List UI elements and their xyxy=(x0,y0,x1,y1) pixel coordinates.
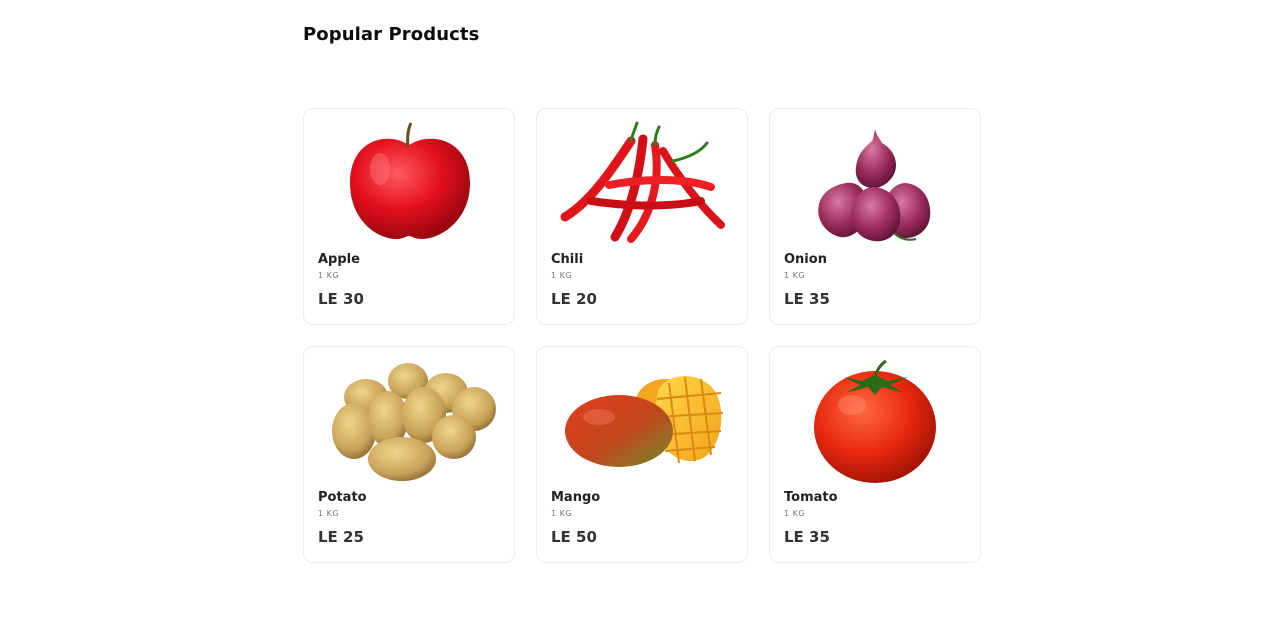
product-unit: 1 KG xyxy=(318,509,340,518)
product-card-potato[interactable]: Potato 1 KG LE 25 xyxy=(303,346,515,563)
chili-image xyxy=(551,121,733,245)
potato-image xyxy=(318,359,500,483)
product-unit: 1 KG xyxy=(318,271,340,280)
product-name: Chili xyxy=(551,252,584,267)
apple-image xyxy=(318,121,500,245)
product-price: LE 50 xyxy=(551,528,597,546)
product-price: LE 25 xyxy=(318,528,364,546)
product-price: LE 35 xyxy=(784,528,830,546)
product-name: Potato xyxy=(318,490,367,505)
product-unit: 1 KG xyxy=(784,271,806,280)
product-unit: 1 KG xyxy=(551,509,573,518)
product-price: LE 20 xyxy=(551,290,597,308)
onion-image xyxy=(784,121,966,245)
popular-products-section: Popular Products Apple 1 KG LE 30 Chili … xyxy=(303,24,983,563)
product-unit: 1 KG xyxy=(784,509,806,518)
product-card-tomato[interactable]: Tomato 1 KG LE 35 xyxy=(769,346,981,563)
product-name: Apple xyxy=(318,252,360,267)
product-unit: 1 KG xyxy=(551,271,573,280)
product-card-apple[interactable]: Apple 1 KG LE 30 xyxy=(303,108,515,325)
product-price: LE 30 xyxy=(318,290,364,308)
mango-image xyxy=(551,359,733,483)
product-name: Tomato xyxy=(784,490,838,505)
product-card-mango[interactable]: Mango 1 KG LE 50 xyxy=(536,346,748,563)
product-grid: Apple 1 KG LE 30 Chili 1 KG LE 20 Onion … xyxy=(303,108,981,563)
section-title: Popular Products xyxy=(303,24,480,45)
product-name: Mango xyxy=(551,490,601,505)
tomato-image xyxy=(784,359,966,483)
product-card-onion[interactable]: Onion 1 KG LE 35 xyxy=(769,108,981,325)
product-price: LE 35 xyxy=(784,290,830,308)
product-name: Onion xyxy=(784,252,827,267)
product-card-chili[interactable]: Chili 1 KG LE 20 xyxy=(536,108,748,325)
